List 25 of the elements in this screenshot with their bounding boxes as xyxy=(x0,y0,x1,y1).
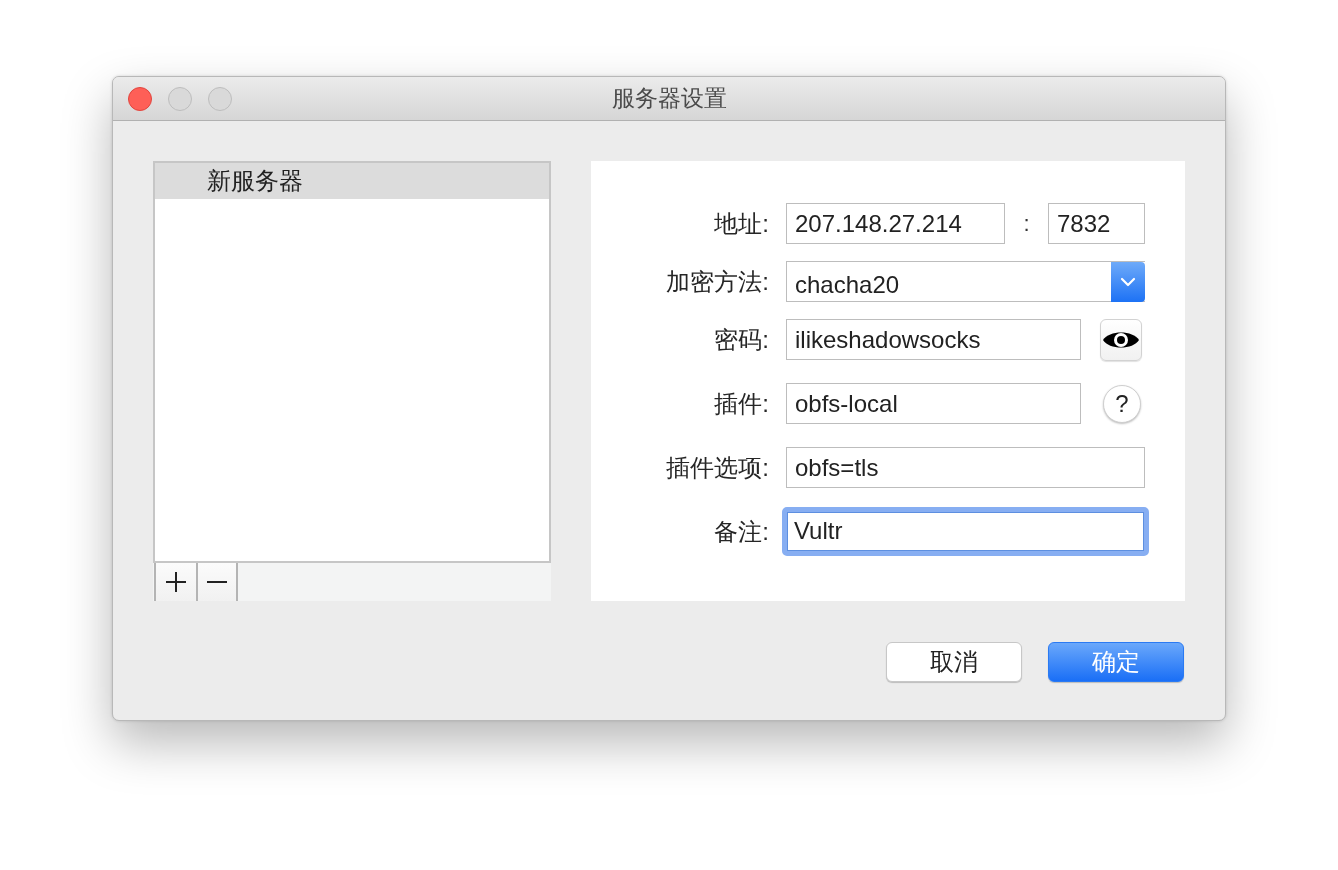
help-button[interactable]: ? xyxy=(1103,384,1141,423)
field-label: 插件: xyxy=(714,388,769,419)
remove-button[interactable] xyxy=(196,563,236,601)
cancel-button[interactable]: 取消 xyxy=(886,642,1022,682)
field-label: 地址: xyxy=(714,208,769,239)
close-button[interactable] xyxy=(128,86,152,111)
server-list-item[interactable]: 新服务器 xyxy=(155,163,549,199)
password-field[interactable]: ilikeshadowsocks xyxy=(786,319,1081,360)
field-label: 备注: xyxy=(714,516,769,547)
field-label: 加密方法: xyxy=(666,266,769,297)
add-button[interactable] xyxy=(156,563,196,601)
port-separator: : xyxy=(1023,210,1030,237)
address-field[interactable]: 207.148.27.214 xyxy=(786,203,1005,244)
chevron-down-icon xyxy=(1111,261,1145,302)
field-label: 插件选项: xyxy=(666,452,769,483)
text-field[interactable]: obfs=tls xyxy=(786,447,1145,488)
minus-icon xyxy=(207,581,227,583)
encryption-dropdown[interactable]: chacha20 xyxy=(786,261,1145,302)
field-label: 密码: xyxy=(714,324,769,355)
plus-icon xyxy=(166,572,186,592)
window-title: 服务器设置 xyxy=(611,84,727,113)
show-password-button[interactable] xyxy=(1100,318,1142,361)
text-field[interactable]: Vultr xyxy=(782,507,1149,556)
port-field[interactable]: 7832 xyxy=(1048,203,1145,244)
plugin-field[interactable]: obfs-local xyxy=(786,383,1081,424)
